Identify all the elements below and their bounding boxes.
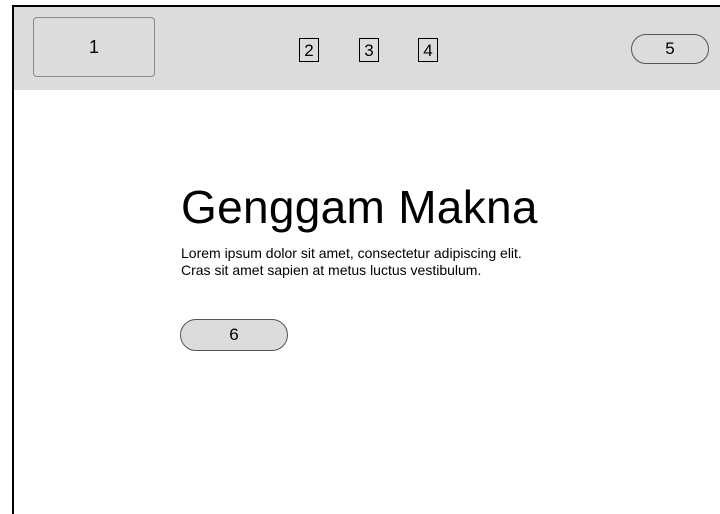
nav-item-label: 2 [304,40,314,60]
hero-cta-label: 6 [229,325,239,344]
header-cta-label: 5 [665,39,675,58]
nav-item-3[interactable]: 3 [359,38,379,62]
logo-placeholder[interactable]: 1 [33,17,155,77]
nav-item-2[interactable]: 2 [299,38,319,62]
hero-title: Genggam Makna [181,181,538,233]
nav-item-label: 4 [423,40,433,60]
logo-label: 1 [88,36,99,57]
page-frame: 1 2 3 4 5 Genggam Makna Lorem ipsum dolo… [12,5,720,514]
header-bar: 1 2 3 4 5 [14,7,720,90]
hero-description: Lorem ipsum dolor sit amet, consectetur … [181,245,522,278]
header-cta-button[interactable]: 5 [631,34,709,64]
nav-item-4[interactable]: 4 [418,38,438,62]
hero-cta-button[interactable]: 6 [180,319,288,351]
nav-item-label: 3 [364,40,374,60]
